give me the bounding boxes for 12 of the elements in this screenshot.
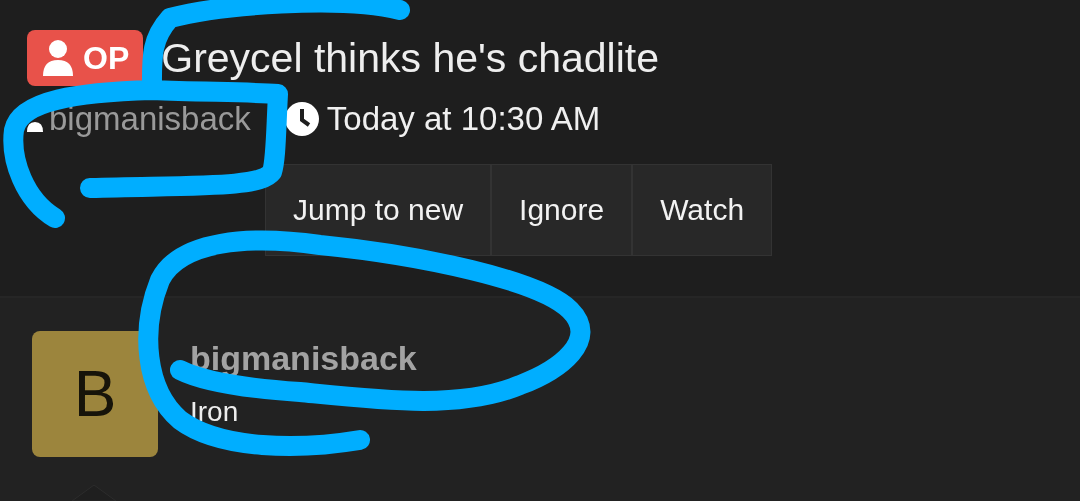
post-time: Today at 10:30 AM	[326, 100, 601, 138]
user-icon	[43, 40, 73, 76]
post-username[interactable]: bigmanisback	[190, 339, 417, 378]
op-badge: OP	[27, 30, 144, 86]
thread-title: Greycel thinks he's chadlite	[161, 34, 660, 82]
author-link[interactable]: bigmanisback	[49, 100, 251, 138]
user-icon	[27, 122, 43, 132]
avatar: B	[32, 331, 158, 457]
thread-action-button[interactable]: Watch	[632, 164, 773, 256]
thread-action-button[interactable]: Ignore	[491, 164, 633, 256]
user-rank: Iron	[190, 396, 240, 428]
clock-icon	[284, 102, 319, 136]
